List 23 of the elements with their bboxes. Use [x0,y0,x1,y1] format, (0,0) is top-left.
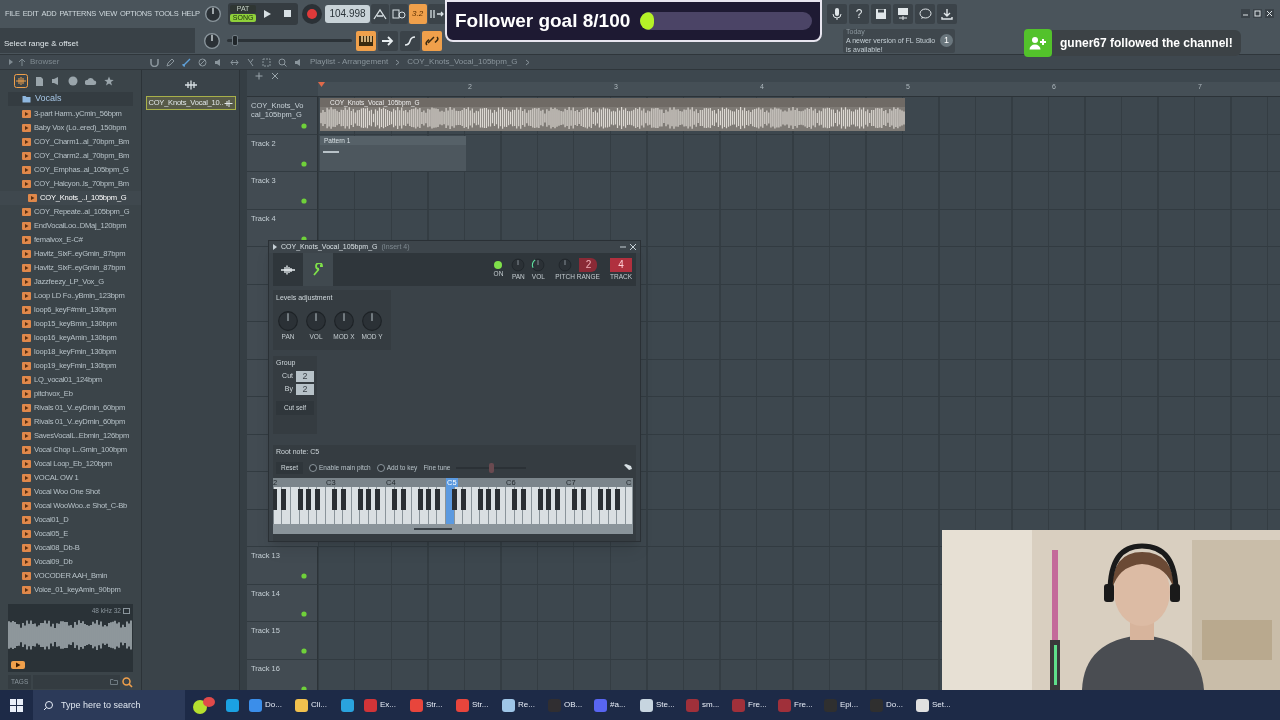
hint-text: Select range & offset [4,38,79,51]
folder-name: Vocals [35,92,62,106]
app-label: Ste... [656,699,675,711]
app-label: Str... [426,699,443,711]
panel-title: Browser [30,56,60,68]
app-label: Fre... [794,699,813,711]
app-label: Do... [265,699,282,711]
app-label: Do... [886,699,903,711]
app-label: Epi... [840,699,859,711]
app-label: Fre... [748,699,767,711]
app-label: #a... [610,699,626,711]
app-label: Cli... [311,699,327,711]
goal-text: Follower goal 8/100 [455,8,631,33]
app-label: Ex... [380,699,396,711]
app-label: Str... [472,699,489,711]
app-label: Re... [518,699,535,711]
pattern-name: COY_Knots_Vocal_105bpm_G [407,56,518,68]
follow-alert-text: guner67 followed the channel! [1052,30,1241,56]
app-label: sm... [702,699,720,711]
window-title: Playlist - Arrangement [310,56,389,68]
app-label: Set... [932,699,951,711]
app-label: OB... [564,699,583,711]
news-count: 1 [940,34,953,48]
